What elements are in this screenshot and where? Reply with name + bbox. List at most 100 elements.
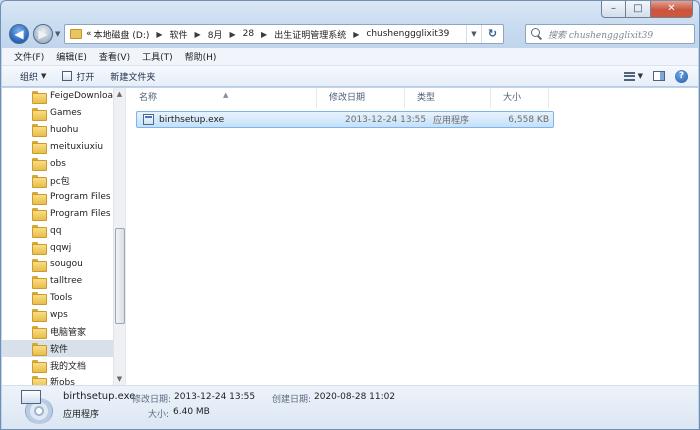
change-view-button[interactable]: ▼ bbox=[623, 71, 643, 81]
tree-item[interactable]: 电脑管家 bbox=[2, 323, 125, 340]
search-input[interactable]: 搜索 chushenggglixit39 bbox=[548, 28, 653, 41]
breadcrumb-separator-icon[interactable]: ▶ bbox=[229, 30, 235, 39]
folder-icon bbox=[32, 309, 47, 323]
file-row-selected[interactable]: birthsetup.exe 2013-12-24 13:55 应用程序 6,5… bbox=[136, 111, 554, 128]
application-icon bbox=[143, 114, 154, 125]
folder-icon bbox=[70, 29, 82, 39]
close-button[interactable]: ✕ bbox=[651, 1, 693, 18]
maximize-button[interactable]: □ bbox=[626, 1, 651, 18]
tree-item-label: Program Files bbox=[50, 208, 111, 219]
column-header-size[interactable]: 大小 bbox=[491, 88, 549, 108]
breadcrumb-separator-icon[interactable]: ▶ bbox=[195, 30, 201, 39]
search-icon bbox=[530, 27, 544, 41]
new-folder-button[interactable]: 新建文件夹 bbox=[102, 66, 163, 86]
column-header-label: 修改日期 bbox=[329, 93, 366, 103]
menu-help[interactable]: 帮助(H) bbox=[179, 50, 223, 63]
refresh-icon[interactable]: ↻ bbox=[481, 25, 503, 43]
tree-item[interactable]: FeigeDownloa bbox=[2, 88, 125, 105]
folder-icon bbox=[32, 208, 47, 222]
tree-item[interactable]: Program Files bbox=[2, 189, 125, 206]
menu-edit[interactable]: 编辑(E) bbox=[50, 50, 93, 63]
breadcrumb-item[interactable]: 28 bbox=[243, 29, 254, 39]
tree-item[interactable]: wps bbox=[2, 306, 125, 323]
nav-scrollbar[interactable]: ▲ ▼ bbox=[113, 88, 125, 385]
forward-button[interactable]: ▶ bbox=[33, 24, 53, 44]
folder-icon bbox=[32, 158, 47, 172]
organize-button[interactable]: 组织 ▼ bbox=[12, 66, 54, 86]
tree-item[interactable]: sougou bbox=[2, 256, 125, 273]
tree-item-label: 电脑管家 bbox=[50, 328, 87, 339]
tree-item[interactable]: obs bbox=[2, 155, 125, 172]
tree-item[interactable]: qqwj bbox=[2, 239, 125, 256]
breadcrumb-overflow[interactable]: « bbox=[86, 29, 91, 39]
breadcrumb-item[interactable]: 8月 bbox=[208, 28, 223, 41]
folder-icon bbox=[32, 242, 47, 256]
column-header-type[interactable]: 类型 bbox=[405, 88, 491, 108]
scrollbar-thumb[interactable] bbox=[115, 228, 125, 324]
minimize-button[interactable]: – bbox=[601, 1, 626, 18]
tree-item-label: qq bbox=[50, 225, 62, 236]
chevron-down-icon: ▼ bbox=[41, 72, 47, 80]
tree-item-label: qqwj bbox=[50, 242, 72, 253]
preview-pane-icon[interactable] bbox=[653, 71, 665, 81]
tree-item-label: meituxiuxiu bbox=[50, 141, 104, 152]
navigation-bar: ◀ ▶ ▼ « 本地磁盘 (D:) ▶ 软件 ▶ 8月 ▶ 28 ▶ 出生证明管… bbox=[7, 23, 695, 45]
tree-item[interactable]: Program Files bbox=[2, 206, 125, 223]
breadcrumb-separator-icon[interactable]: ▶ bbox=[156, 30, 162, 39]
menu-tools[interactable]: 工具(T) bbox=[136, 50, 179, 63]
back-button[interactable]: ◀ bbox=[9, 24, 29, 44]
address-dropdown-icon[interactable]: ▼ bbox=[467, 30, 481, 38]
tree-item[interactable]: 我的文档 bbox=[2, 357, 125, 374]
tree-item-label: wps bbox=[50, 309, 68, 320]
tree-item[interactable]: meituxiuxiu bbox=[2, 138, 125, 155]
details-created-label: 创建日期: bbox=[272, 395, 312, 405]
caption-buttons: – □ ✕ bbox=[601, 1, 693, 18]
details-modified-label: 修改日期: bbox=[132, 395, 172, 405]
folder-icon bbox=[32, 275, 47, 289]
tree-item[interactable]: Tools bbox=[2, 290, 125, 307]
folder-icon bbox=[32, 258, 47, 272]
column-header-label: 名称 bbox=[139, 93, 158, 103]
folder-icon bbox=[32, 141, 47, 155]
tree-item-label: pc包 bbox=[50, 176, 70, 187]
details-size-label: 大小: bbox=[148, 410, 170, 420]
tree-item[interactable]: pc包 bbox=[2, 172, 125, 189]
tree-item[interactable]: Games bbox=[2, 105, 125, 122]
breadcrumb-item[interactable]: 出生证明管理系统 bbox=[274, 28, 346, 41]
tree-item-label: Games bbox=[50, 108, 82, 119]
tree-item-selected[interactable]: 软件 bbox=[2, 339, 125, 357]
file-type: 应用程序 bbox=[433, 116, 470, 126]
menu-view[interactable]: 查看(V) bbox=[93, 50, 136, 63]
tree-item[interactable]: 新obs bbox=[2, 374, 125, 385]
breadcrumb-item[interactable]: 软件 bbox=[170, 28, 188, 41]
tree-item-label: sougou bbox=[50, 259, 83, 270]
tree-item-label: Program Files bbox=[50, 192, 111, 203]
column-header-name[interactable]: 名称 ▲ bbox=[127, 88, 317, 108]
explorer-window: – □ ✕ ◀ ▶ ▼ « 本地磁盘 (D:) ▶ 软件 ▶ 8月 ▶ 28 ▶… bbox=[0, 0, 700, 430]
scroll-down-icon[interactable]: ▼ bbox=[114, 373, 125, 385]
tree-item-label: talltree bbox=[50, 276, 83, 287]
tree-item[interactable]: qq bbox=[2, 222, 125, 239]
recent-pages-dropdown[interactable]: ▼ bbox=[55, 30, 60, 38]
details-created-value: 2020-08-28 11:02 bbox=[314, 392, 396, 402]
file-list: 名称 ▲ 修改日期 类型 大小 birthsetup.exe 2013-12-2… bbox=[127, 88, 698, 385]
breadcrumb-item[interactable]: chushenggglixit39 bbox=[366, 29, 449, 39]
breadcrumb-separator-icon[interactable]: ▶ bbox=[353, 30, 359, 39]
breadcrumb-separator-icon[interactable]: ▶ bbox=[261, 30, 267, 39]
folder-icon bbox=[32, 292, 47, 306]
tree-item-label: Tools bbox=[50, 292, 73, 303]
address-bar[interactable]: « 本地磁盘 (D:) ▶ 软件 ▶ 8月 ▶ 28 ▶ 出生证明管理系统 ▶ … bbox=[64, 24, 504, 44]
open-button[interactable]: 打开 bbox=[54, 66, 102, 86]
sort-ascending-icon: ▲ bbox=[223, 91, 229, 99]
folder-icon bbox=[32, 124, 47, 138]
scroll-up-icon[interactable]: ▲ bbox=[114, 88, 125, 100]
breadcrumb-item[interactable]: 本地磁盘 (D:) bbox=[94, 28, 150, 41]
tree-item-label: huohu bbox=[50, 124, 79, 135]
help-icon[interactable]: ? bbox=[675, 69, 688, 83]
search-box[interactable]: 搜索 chushenggglixit39 bbox=[525, 24, 695, 44]
column-header-date[interactable]: 修改日期 bbox=[317, 88, 405, 108]
menu-file[interactable]: 文件(F) bbox=[8, 50, 50, 63]
tree-item[interactable]: huohu bbox=[2, 122, 125, 139]
details-type: 应用程序 bbox=[63, 410, 100, 420]
tree-item[interactable]: talltree bbox=[2, 273, 125, 290]
